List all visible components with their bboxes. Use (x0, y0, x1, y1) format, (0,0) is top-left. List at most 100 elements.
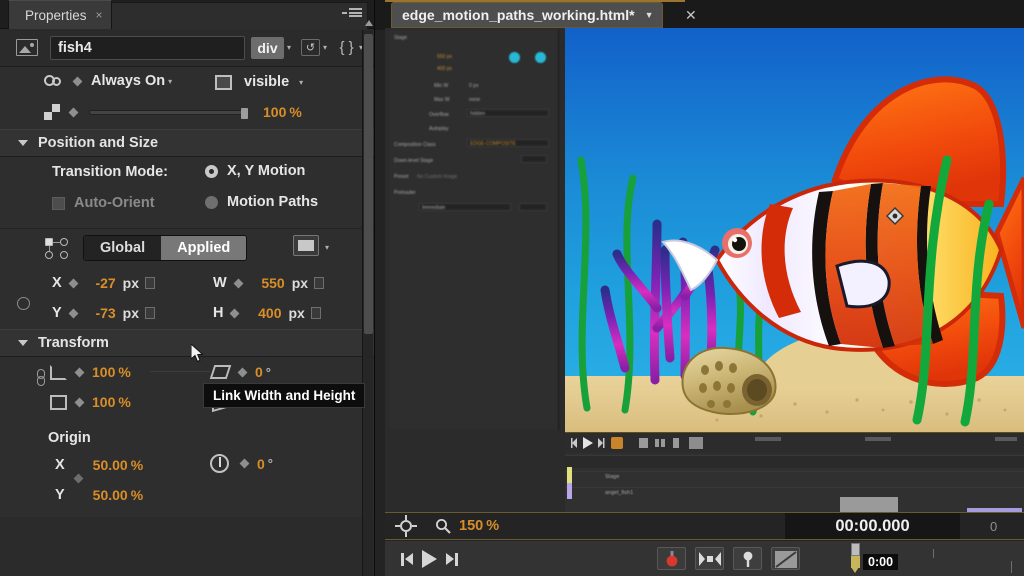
inner-stage-label: Stage (394, 35, 407, 41)
field-w-label: W (213, 275, 227, 291)
chevron-down-icon-overflow[interactable]: ▾ (168, 77, 172, 86)
tab-properties[interactable]: Properties × (8, 0, 112, 29)
field-y-stepper[interactable] (145, 307, 155, 319)
tag-badge[interactable]: div (251, 37, 284, 59)
eye-icon[interactable] (44, 74, 66, 88)
tag-badge-label: div (257, 40, 277, 56)
play-button[interactable] (422, 550, 437, 568)
visibility-value[interactable]: visible (244, 74, 289, 90)
scale-y-value[interactable]: 100 (92, 394, 115, 410)
cycle-icon[interactable]: ↺ (301, 39, 320, 56)
origin-y-value[interactable]: 50.00 (93, 487, 128, 503)
section-position-and-size-label: Position and Size (38, 135, 158, 151)
record-toggle-button[interactable] (657, 547, 686, 570)
scope-global-button[interactable]: Global (84, 236, 161, 260)
timecode-box[interactable]: 00:00.000 (785, 513, 960, 539)
keyframe-diamond-scale-x[interactable] (75, 367, 85, 377)
auto-orient-checkbox[interactable] (52, 197, 65, 210)
section-position-and-size[interactable]: Position and Size (0, 129, 374, 157)
scope-toggle-group[interactable]: Global Applied (83, 235, 247, 261)
scrollbar-thumb[interactable] (364, 34, 373, 334)
arrow-cursor (191, 344, 205, 364)
inner-timeline-row-stage[interactable]: Stage (565, 471, 1024, 484)
close-icon-doc[interactable]: ✕ (685, 7, 697, 24)
overflow-value[interactable]: Always On (91, 73, 165, 89)
twirl-down-icon-transform[interactable] (18, 340, 28, 346)
scope-applied-button[interactable]: Applied (161, 236, 246, 260)
skew-x-value[interactable]: 0 (255, 364, 263, 380)
chevron-down-icon-preset[interactable]: ▾ (325, 243, 329, 252)
field-w-stepper[interactable] (314, 277, 324, 289)
scale-x-value[interactable]: 100 (92, 364, 115, 380)
square-icon[interactable] (215, 75, 232, 90)
field-h-label: H (213, 305, 223, 321)
radio-motion-paths-dot[interactable] (205, 196, 218, 209)
close-icon[interactable]: × (96, 7, 103, 23)
field-x-value[interactable]: -27 (86, 275, 116, 291)
keyframe-diamond-overflow[interactable] (73, 76, 83, 86)
keyframe-diamond-scale-y[interactable] (75, 397, 85, 407)
auto-keyframe-button[interactable] (733, 547, 762, 570)
radio-motion-paths[interactable]: Motion Paths (205, 194, 318, 210)
inner-preloader-button[interactable] (519, 203, 547, 211)
chevron-down-icon-2[interactable]: ▾ (323, 43, 327, 52)
keyframe-diamond-y[interactable] (68, 308, 78, 318)
inner-down-level-button[interactable] (521, 155, 547, 163)
panel-menu-icon[interactable] (342, 8, 362, 20)
keyframe-diamond-opacity[interactable] (69, 107, 79, 117)
opacity-value[interactable]: 100 (263, 104, 286, 120)
status-bar: 150 % 00:00.000 0 (385, 512, 1024, 540)
origin-x-value[interactable]: 50.00 (93, 457, 128, 473)
playhead-handle[interactable] (851, 543, 860, 556)
properties-scrollbar[interactable] (362, 30, 373, 576)
rotation-value[interactable]: 0 (257, 456, 265, 472)
curly-braces-icon[interactable]: { } (337, 39, 356, 56)
scale-link-icon[interactable] (36, 369, 45, 389)
inner-preloader-label: Preloader (394, 190, 416, 196)
go-to-start-button[interactable] (401, 553, 413, 566)
origin-label: Origin (48, 430, 91, 446)
checkbox-auto-orient[interactable]: Auto-Orient (52, 195, 155, 211)
chevron-down-icon[interactable]: ▾ (287, 43, 291, 52)
twirl-down-icon[interactable] (18, 140, 28, 146)
tooltip-text: Link Width and Height (213, 388, 355, 403)
radio-xy-motion-dot[interactable] (205, 165, 218, 178)
keyframe-diamond-origin[interactable] (74, 474, 84, 484)
magnifier-icon[interactable] (435, 518, 451, 534)
center-stage-icon[interactable] (395, 515, 417, 537)
timeline-bottom-bar: 0:00 (385, 541, 1024, 576)
field-x-unit: px (123, 275, 139, 291)
keyframe-diamond-rotation[interactable] (240, 459, 250, 469)
field-h-value[interactable]: 400 (247, 305, 281, 321)
easing-button[interactable] (771, 547, 800, 570)
field-x-stepper[interactable] (145, 277, 155, 289)
rotation-icon (210, 454, 229, 473)
keyframe-diamond-h[interactable] (230, 308, 240, 318)
document-tab[interactable]: edge_motion_paths_working.html* ▼ (391, 2, 663, 28)
stage-canvas[interactable] (565, 28, 1024, 432)
inner-timeline-row-fish[interactable]: angel_fish1 (565, 487, 1024, 500)
image-preset-icon[interactable] (293, 235, 319, 256)
inner-overflow-label: Overflow (429, 112, 449, 118)
field-y-value[interactable]: -73 (86, 305, 116, 321)
auto-transition-button[interactable] (695, 547, 724, 570)
scroll-up-arrow-icon[interactable] (365, 20, 373, 26)
field-w-value[interactable]: 550 (251, 275, 285, 291)
keyframe-diamond-x[interactable] (68, 278, 78, 288)
go-to-end-button[interactable] (446, 553, 458, 566)
element-name-input[interactable] (50, 36, 245, 60)
radio-xy-motion[interactable]: X, Y Motion (205, 163, 305, 179)
field-h-stepper[interactable] (311, 307, 321, 319)
opacity-checker-icon (44, 104, 60, 120)
section-transform[interactable]: Transform (0, 329, 374, 357)
chain-link-icon[interactable] (17, 297, 30, 310)
inner-color-swatch-2 (535, 52, 546, 63)
zoom-value[interactable]: 150 (459, 518, 483, 534)
chevron-down-icon-visible[interactable]: ▾ (299, 78, 303, 87)
divider (150, 371, 210, 372)
keyframe-diamond-skew-x[interactable] (238, 367, 248, 377)
chevron-down-icon-doc[interactable]: ▼ (645, 10, 654, 20)
keyframe-diamond-w[interactable] (233, 278, 243, 288)
opacity-slider[interactable] (89, 110, 247, 115)
inner-timeline-toolbar (565, 433, 1024, 453)
